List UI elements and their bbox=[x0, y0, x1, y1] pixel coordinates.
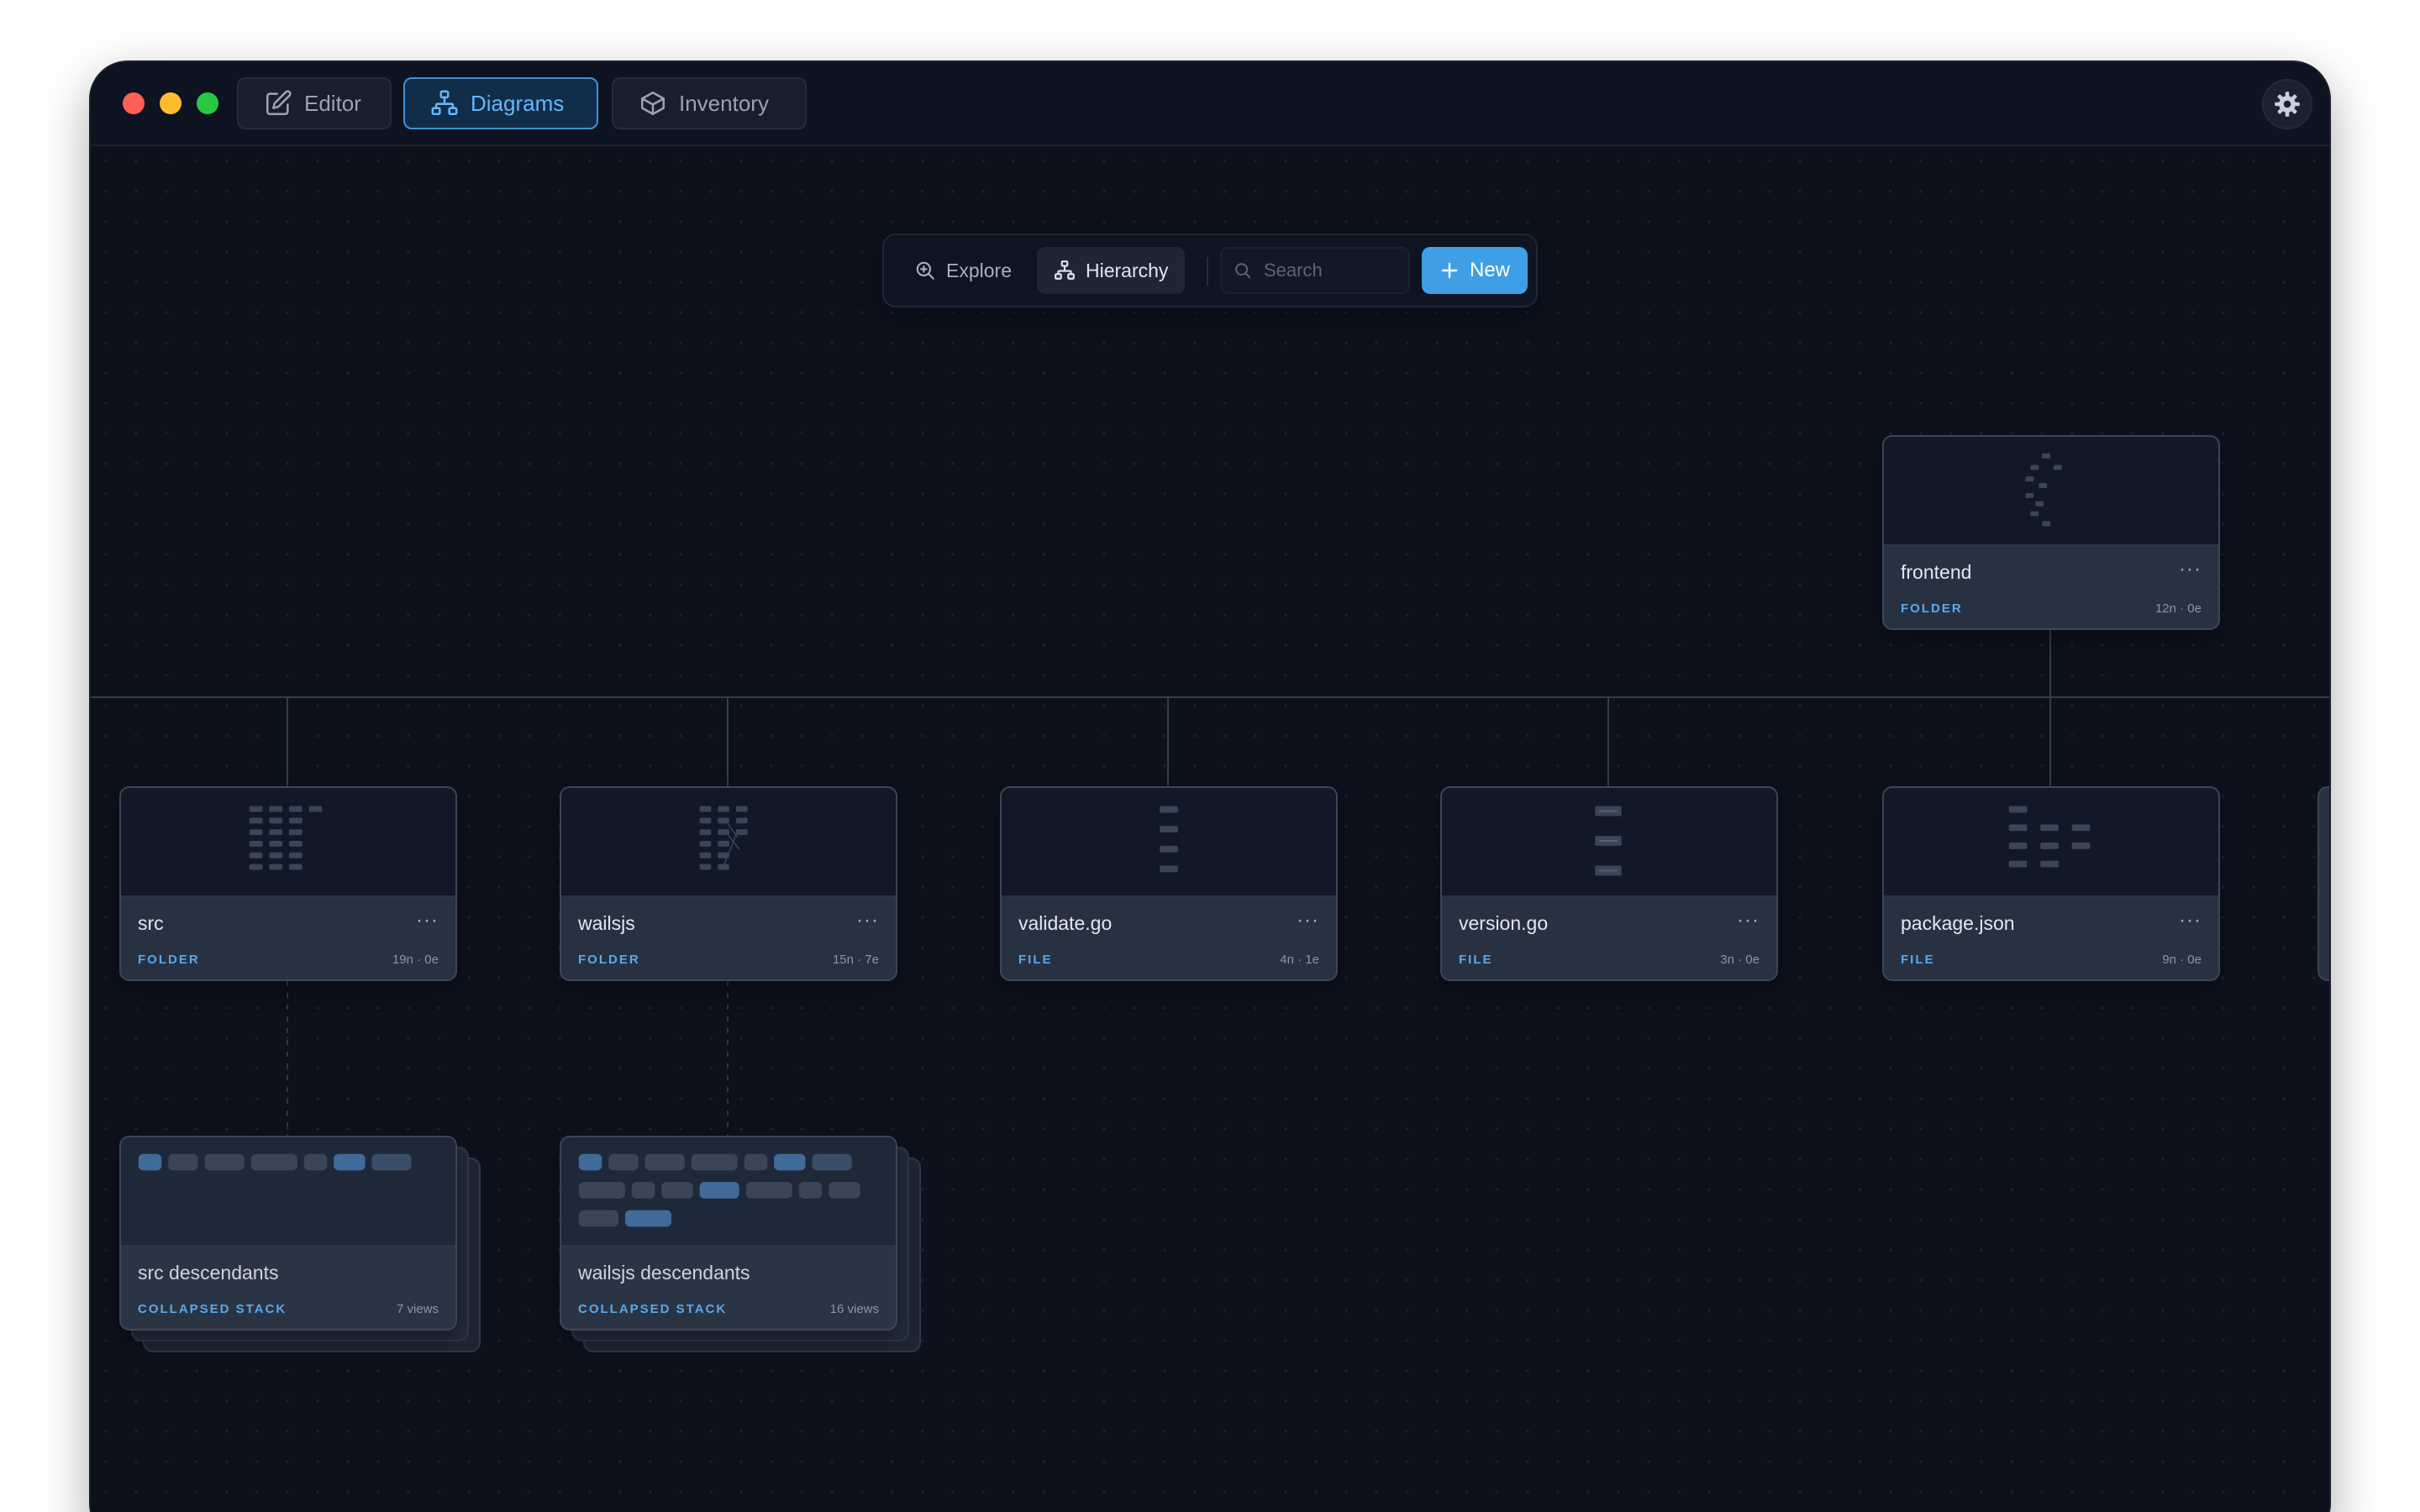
explore-button[interactable]: Explore bbox=[897, 247, 1028, 294]
box-icon bbox=[640, 91, 666, 116]
node-name: frontend bbox=[1901, 561, 1972, 583]
tree-preview-graphic bbox=[699, 806, 748, 870]
tab-inventory-label: Inventory bbox=[679, 90, 769, 116]
node-card-validate-go[interactable]: validate.go ··· FILE 4n · 1e bbox=[1000, 786, 1338, 981]
node-kind-badge: FOLDER bbox=[578, 953, 640, 967]
stack-preview bbox=[121, 1137, 455, 1247]
node-preview bbox=[1002, 788, 1336, 897]
hierarchy-label: Hierarchy bbox=[1086, 259, 1169, 281]
maximize-window-button[interactable] bbox=[197, 92, 218, 114]
tree-preview-graphic bbox=[249, 806, 323, 870]
stack-kind-badge: COLLAPSED STACK bbox=[138, 1302, 287, 1316]
tab-diagrams-label: Diagrams bbox=[471, 90, 565, 116]
toolbar-divider bbox=[1207, 257, 1208, 286]
stack-card[interactable]: wailsjs descendants COLLAPSED STACK 16 v… bbox=[560, 1136, 897, 1331]
stack-kind-badge: COLLAPSED STACK bbox=[578, 1302, 728, 1316]
plus-icon bbox=[1441, 262, 1458, 279]
node-card-version-go[interactable]: version.go ··· FILE 3n · 0e bbox=[1440, 786, 1778, 981]
new-button[interactable]: New bbox=[1422, 247, 1528, 294]
more-options-button[interactable]: ··· bbox=[416, 909, 439, 932]
title-bar: Editor Diagrams Inventory bbox=[91, 62, 2329, 146]
stack-card[interactable]: src descendants COLLAPSED STACK 7 views bbox=[119, 1136, 457, 1331]
minimize-window-button[interactable] bbox=[160, 92, 182, 114]
app-window: Editor Diagrams Inventory Explore Hierar… bbox=[91, 62, 2329, 1512]
more-options-button[interactable]: ··· bbox=[2179, 909, 2202, 932]
node-stats: 9n · 0e bbox=[2162, 953, 2202, 967]
stack-src-descendants[interactable]: src descendants COLLAPSED STACK 7 views bbox=[119, 1136, 481, 1352]
node-preview bbox=[1442, 788, 1776, 897]
node-name: validate.go bbox=[1018, 912, 1113, 934]
node-kind-badge: FILE bbox=[1901, 953, 1935, 967]
hierarchy-icon bbox=[1055, 260, 1075, 280]
tree-preview-graphic bbox=[2025, 453, 2062, 527]
node-card-src[interactable]: src ··· FOLDER 19n · 0e bbox=[119, 786, 457, 981]
search-box[interactable] bbox=[1220, 247, 1410, 294]
node-kind-badge: FILE bbox=[1459, 953, 1493, 967]
node-preview bbox=[121, 788, 455, 897]
node-preview bbox=[561, 788, 896, 897]
node-name: src bbox=[138, 912, 164, 934]
node-stats: 19n · 0e bbox=[392, 953, 439, 967]
more-options-button[interactable]: ··· bbox=[1737, 909, 1760, 932]
zoom-in-icon bbox=[916, 261, 934, 280]
node-card-wailsjs[interactable]: wailsjs ··· FOLDER 15n · 7e bbox=[560, 786, 897, 981]
stack-view-count: 16 views bbox=[829, 1302, 879, 1316]
node-name: package.json bbox=[1901, 912, 2015, 934]
diagram-toolbar: Explore Hierarchy Search New bbox=[882, 234, 1538, 307]
node-kind-badge: FOLDER bbox=[1901, 601, 1963, 616]
edit-icon bbox=[266, 90, 292, 116]
node-card-frontend[interactable]: frontend ··· FOLDER 12n · 0e bbox=[1882, 435, 2220, 630]
explore-label: Explore bbox=[946, 259, 1012, 281]
node-name: version.go bbox=[1459, 912, 1549, 934]
search-input[interactable] bbox=[1264, 260, 1390, 281]
stack-name: wailsjs descendants bbox=[578, 1262, 750, 1284]
hierarchy-button[interactable]: Hierarchy bbox=[1037, 247, 1186, 294]
node-kind-badge: FILE bbox=[1018, 953, 1053, 967]
settings-button[interactable] bbox=[2262, 79, 2312, 129]
tree-preview-graphic bbox=[2008, 806, 2091, 868]
close-window-button[interactable] bbox=[123, 92, 145, 114]
tree-preview-graphic bbox=[1595, 806, 1622, 876]
search-icon bbox=[1235, 263, 1251, 279]
new-label: New bbox=[1469, 259, 1510, 281]
stack-preview bbox=[561, 1137, 896, 1247]
tab-diagrams[interactable]: Diagrams bbox=[403, 77, 598, 129]
stack-wailsjs-descendants[interactable]: wailsjs descendants COLLAPSED STACK 16 v… bbox=[560, 1136, 921, 1352]
node-stats: 12n · 0e bbox=[2154, 601, 2202, 616]
node-preview bbox=[1884, 437, 2218, 546]
node-name: wailsjs bbox=[578, 912, 635, 934]
gear-icon bbox=[2275, 92, 2300, 117]
node-stats: 3n · 0e bbox=[1720, 953, 1760, 967]
tab-editor-label: Editor bbox=[304, 90, 361, 116]
stack-view-count: 7 views bbox=[396, 1302, 439, 1316]
tab-editor[interactable]: Editor bbox=[237, 77, 392, 129]
stack-name: src descendants bbox=[138, 1262, 279, 1284]
more-options-button[interactable]: ··· bbox=[856, 909, 879, 932]
node-kind-badge: FOLDER bbox=[138, 953, 200, 967]
node-stats: 15n · 7e bbox=[832, 953, 879, 967]
offscreen-node-card[interactable] bbox=[2317, 786, 2329, 981]
tab-inventory[interactable]: Inventory bbox=[612, 77, 807, 129]
stack-preview-graphic bbox=[138, 1153, 412, 1171]
node-card-package-json[interactable]: package.json ··· FILE 9n · 0e bbox=[1882, 786, 2220, 981]
node-stats: 4n · 1e bbox=[1280, 953, 1319, 967]
hierarchy-icon bbox=[431, 90, 458, 116]
stack-preview-graphic bbox=[578, 1153, 860, 1227]
diagram-canvas[interactable]: Explore Hierarchy Search New frontend ··… bbox=[91, 146, 2329, 1512]
more-options-button[interactable]: ··· bbox=[2179, 558, 2202, 581]
tree-preview-graphic bbox=[1160, 806, 1178, 873]
more-options-button[interactable]: ··· bbox=[1297, 909, 1319, 932]
node-preview bbox=[1884, 788, 2218, 897]
